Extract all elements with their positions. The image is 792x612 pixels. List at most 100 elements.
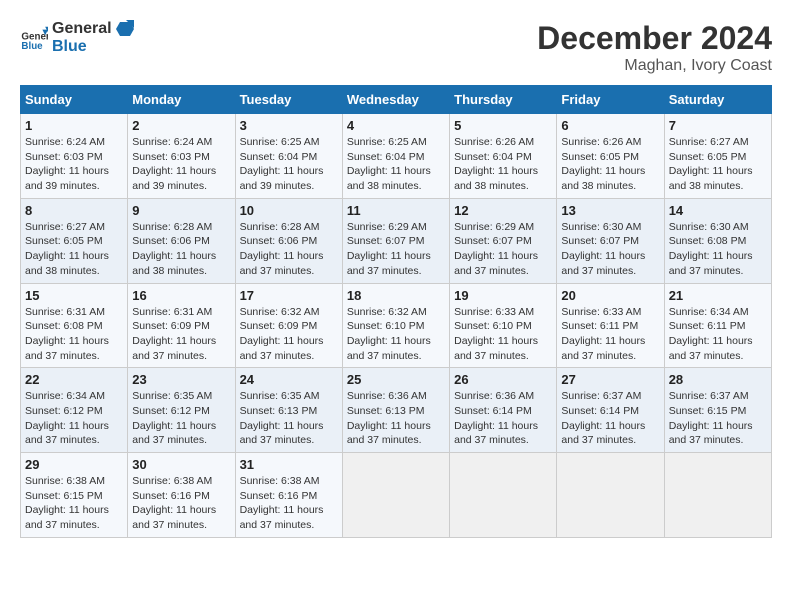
calendar-cell: 21 Sunrise: 6:34 AMSunset: 6:11 PMDaylig… xyxy=(664,283,771,368)
calendar-cell: 28 Sunrise: 6:37 AMSunset: 6:15 PMDaylig… xyxy=(664,368,771,453)
day-number: 13 xyxy=(561,203,659,218)
calendar-week-5: 29 Sunrise: 6:38 AMSunset: 6:15 PMDaylig… xyxy=(21,453,772,538)
calendar-cell: 24 Sunrise: 6:35 AMSunset: 6:13 PMDaylig… xyxy=(235,368,342,453)
col-header-wednesday: Wednesday xyxy=(342,86,449,114)
calendar-cell: 7 Sunrise: 6:27 AMSunset: 6:05 PMDayligh… xyxy=(664,114,771,199)
calendar-cell: 4 Sunrise: 6:25 AMSunset: 6:04 PMDayligh… xyxy=(342,114,449,199)
logo: General Blue General Blue xyxy=(20,20,134,56)
day-number: 22 xyxy=(25,372,123,387)
col-header-thursday: Thursday xyxy=(450,86,557,114)
calendar-cell: 10 Sunrise: 6:28 AMSunset: 6:06 PMDaylig… xyxy=(235,198,342,283)
day-detail: Sunrise: 6:30 AMSunset: 6:08 PMDaylight:… xyxy=(669,220,767,279)
day-number: 7 xyxy=(669,118,767,133)
day-number: 6 xyxy=(561,118,659,133)
day-detail: Sunrise: 6:34 AMSunset: 6:11 PMDaylight:… xyxy=(669,305,767,364)
calendar-cell: 1 Sunrise: 6:24 AMSunset: 6:03 PMDayligh… xyxy=(21,114,128,199)
location-subtitle: Maghan, Ivory Coast xyxy=(537,57,772,75)
day-detail: Sunrise: 6:25 AMSunset: 6:04 PMDaylight:… xyxy=(347,135,445,194)
calendar-cell xyxy=(342,453,449,538)
day-detail: Sunrise: 6:36 AMSunset: 6:14 PMDaylight:… xyxy=(454,389,552,448)
day-detail: Sunrise: 6:33 AMSunset: 6:11 PMDaylight:… xyxy=(561,305,659,364)
day-number: 19 xyxy=(454,288,552,303)
calendar-cell: 26 Sunrise: 6:36 AMSunset: 6:14 PMDaylig… xyxy=(450,368,557,453)
calendar-cell: 13 Sunrise: 6:30 AMSunset: 6:07 PMDaylig… xyxy=(557,198,664,283)
page-header: General Blue General Blue December 2024 … xyxy=(20,20,772,75)
day-detail: Sunrise: 6:29 AMSunset: 6:07 PMDaylight:… xyxy=(347,220,445,279)
calendar-cell xyxy=(450,453,557,538)
day-number: 20 xyxy=(561,288,659,303)
col-header-sunday: Sunday xyxy=(21,86,128,114)
day-number: 29 xyxy=(25,457,123,472)
day-number: 23 xyxy=(132,372,230,387)
calendar-cell: 30 Sunrise: 6:38 AMSunset: 6:16 PMDaylig… xyxy=(128,453,235,538)
calendar-cell: 22 Sunrise: 6:34 AMSunset: 6:12 PMDaylig… xyxy=(21,368,128,453)
day-number: 15 xyxy=(25,288,123,303)
calendar-cell: 19 Sunrise: 6:33 AMSunset: 6:10 PMDaylig… xyxy=(450,283,557,368)
day-detail: Sunrise: 6:38 AMSunset: 6:15 PMDaylight:… xyxy=(25,474,123,533)
calendar-cell: 2 Sunrise: 6:24 AMSunset: 6:03 PMDayligh… xyxy=(128,114,235,199)
day-detail: Sunrise: 6:32 AMSunset: 6:10 PMDaylight:… xyxy=(347,305,445,364)
day-detail: Sunrise: 6:29 AMSunset: 6:07 PMDaylight:… xyxy=(454,220,552,279)
day-detail: Sunrise: 6:28 AMSunset: 6:06 PMDaylight:… xyxy=(132,220,230,279)
day-number: 30 xyxy=(132,457,230,472)
calendar-cell: 6 Sunrise: 6:26 AMSunset: 6:05 PMDayligh… xyxy=(557,114,664,199)
day-detail: Sunrise: 6:24 AMSunset: 6:03 PMDaylight:… xyxy=(132,135,230,194)
day-number: 2 xyxy=(132,118,230,133)
day-number: 21 xyxy=(669,288,767,303)
day-number: 28 xyxy=(669,372,767,387)
day-number: 3 xyxy=(240,118,338,133)
day-number: 18 xyxy=(347,288,445,303)
day-number: 14 xyxy=(669,203,767,218)
day-number: 8 xyxy=(25,203,123,218)
month-title: December 2024 xyxy=(537,20,772,57)
day-number: 31 xyxy=(240,457,338,472)
day-number: 11 xyxy=(347,203,445,218)
day-detail: Sunrise: 6:27 AMSunset: 6:05 PMDaylight:… xyxy=(25,220,123,279)
day-detail: Sunrise: 6:33 AMSunset: 6:10 PMDaylight:… xyxy=(454,305,552,364)
day-detail: Sunrise: 6:35 AMSunset: 6:12 PMDaylight:… xyxy=(132,389,230,448)
day-number: 25 xyxy=(347,372,445,387)
calendar-cell xyxy=(664,453,771,538)
calendar-cell: 11 Sunrise: 6:29 AMSunset: 6:07 PMDaylig… xyxy=(342,198,449,283)
logo-arrow-icon xyxy=(116,20,134,38)
day-number: 9 xyxy=(132,203,230,218)
calendar-week-4: 22 Sunrise: 6:34 AMSunset: 6:12 PMDaylig… xyxy=(21,368,772,453)
calendar-cell: 14 Sunrise: 6:30 AMSunset: 6:08 PMDaylig… xyxy=(664,198,771,283)
calendar-week-1: 1 Sunrise: 6:24 AMSunset: 6:03 PMDayligh… xyxy=(21,114,772,199)
day-detail: Sunrise: 6:25 AMSunset: 6:04 PMDaylight:… xyxy=(240,135,338,194)
calendar-cell: 29 Sunrise: 6:38 AMSunset: 6:15 PMDaylig… xyxy=(21,453,128,538)
calendar-cell: 18 Sunrise: 6:32 AMSunset: 6:10 PMDaylig… xyxy=(342,283,449,368)
logo-icon: General Blue xyxy=(20,24,48,52)
calendar-cell: 17 Sunrise: 6:32 AMSunset: 6:09 PMDaylig… xyxy=(235,283,342,368)
logo-general: General xyxy=(52,20,134,38)
day-detail: Sunrise: 6:37 AMSunset: 6:15 PMDaylight:… xyxy=(669,389,767,448)
day-detail: Sunrise: 6:38 AMSunset: 6:16 PMDaylight:… xyxy=(132,474,230,533)
calendar-cell: 25 Sunrise: 6:36 AMSunset: 6:13 PMDaylig… xyxy=(342,368,449,453)
title-block: December 2024 Maghan, Ivory Coast xyxy=(537,20,772,75)
day-detail: Sunrise: 6:31 AMSunset: 6:08 PMDaylight:… xyxy=(25,305,123,364)
day-detail: Sunrise: 6:35 AMSunset: 6:13 PMDaylight:… xyxy=(240,389,338,448)
day-number: 12 xyxy=(454,203,552,218)
calendar-table: SundayMondayTuesdayWednesdayThursdayFrid… xyxy=(20,85,772,538)
day-number: 10 xyxy=(240,203,338,218)
day-number: 26 xyxy=(454,372,552,387)
day-detail: Sunrise: 6:24 AMSunset: 6:03 PMDaylight:… xyxy=(25,135,123,194)
day-number: 24 xyxy=(240,372,338,387)
day-number: 17 xyxy=(240,288,338,303)
calendar-cell: 15 Sunrise: 6:31 AMSunset: 6:08 PMDaylig… xyxy=(21,283,128,368)
day-detail: Sunrise: 6:37 AMSunset: 6:14 PMDaylight:… xyxy=(561,389,659,448)
calendar-week-2: 8 Sunrise: 6:27 AMSunset: 6:05 PMDayligh… xyxy=(21,198,772,283)
calendar-cell: 9 Sunrise: 6:28 AMSunset: 6:06 PMDayligh… xyxy=(128,198,235,283)
day-detail: Sunrise: 6:30 AMSunset: 6:07 PMDaylight:… xyxy=(561,220,659,279)
calendar-cell: 12 Sunrise: 6:29 AMSunset: 6:07 PMDaylig… xyxy=(450,198,557,283)
day-number: 27 xyxy=(561,372,659,387)
day-detail: Sunrise: 6:27 AMSunset: 6:05 PMDaylight:… xyxy=(669,135,767,194)
col-header-saturday: Saturday xyxy=(664,86,771,114)
col-header-monday: Monday xyxy=(128,86,235,114)
svg-text:Blue: Blue xyxy=(21,41,43,52)
day-number: 16 xyxy=(132,288,230,303)
calendar-cell: 23 Sunrise: 6:35 AMSunset: 6:12 PMDaylig… xyxy=(128,368,235,453)
day-number: 5 xyxy=(454,118,552,133)
day-number: 1 xyxy=(25,118,123,133)
calendar-cell xyxy=(557,453,664,538)
